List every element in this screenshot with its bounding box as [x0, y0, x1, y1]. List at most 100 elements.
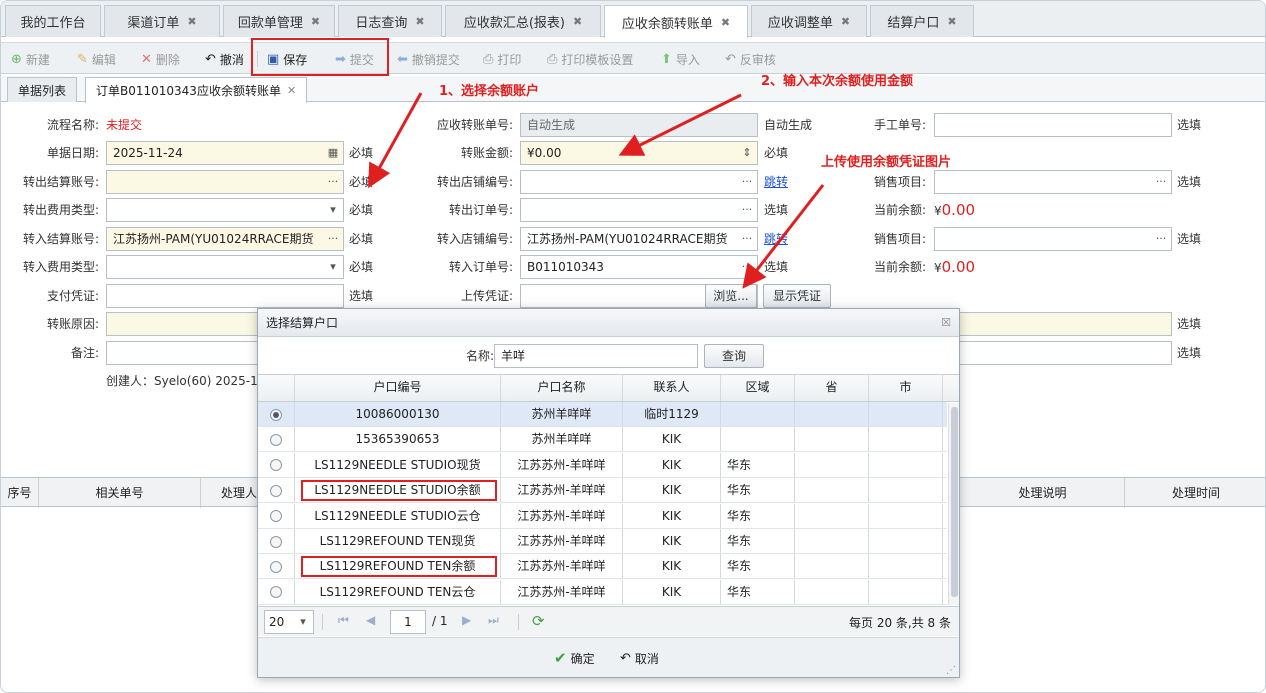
jump-link[interactable]: 跳转	[764, 170, 788, 194]
ellipsis-icon[interactable]: ···	[737, 256, 757, 278]
in-sales-item-field[interactable]: ···	[934, 227, 1172, 251]
account-row[interactable]: LS1129REFOUND TEN现货 江苏苏州-羊咩咩 KIK 华东	[258, 529, 947, 554]
cancel-button[interactable]: ↶ 取消	[620, 642, 659, 674]
account-row[interactable]: LS1129REFOUND TEN云仓 江苏苏州-羊咩咩 KIK 华东	[258, 579, 947, 605]
tab-document[interactable]: 订单B011010343应收余额转账单 ✕	[85, 77, 308, 103]
radio-icon[interactable]	[270, 535, 282, 548]
tab-payment-mgmt[interactable]: 回款单管理 ✖	[223, 5, 335, 37]
ellipsis-icon[interactable]: ···	[1151, 228, 1171, 250]
import-button[interactable]: ⬆ 导入	[661, 43, 700, 75]
account-row[interactable]: LS1129REFOUND TEN余额 江苏苏州-羊咩咩 KIK 华东	[258, 554, 947, 580]
optional-tag: 选填	[349, 289, 374, 303]
row-radio[interactable]	[258, 402, 295, 426]
account-row[interactable]: LS1129NEEDLE STUDIO云仓 江苏苏州-羊咩咩 KIK 华东	[258, 503, 947, 529]
ellipsis-icon[interactable]: ···	[737, 228, 757, 250]
name-search-input[interactable]: 羊咩	[494, 344, 698, 368]
close-icon[interactable]: ✖	[721, 16, 730, 29]
doc-date-field[interactable]: 2025-11-24 ▦	[106, 141, 344, 165]
page-size-select[interactable]: 20 ▾	[264, 610, 314, 634]
out-order-field[interactable]: ···	[520, 198, 758, 222]
ellipsis-icon[interactable]: ···	[323, 171, 343, 193]
row-radio[interactable]	[258, 529, 295, 553]
radio-icon[interactable]	[270, 484, 282, 497]
required-tag: 必填	[349, 232, 374, 246]
tab-balance-transfer[interactable]: 应收余额转账单 ✖	[604, 5, 748, 38]
account-row[interactable]: 15365390653 苏州羊咩咩 KIK	[258, 427, 947, 453]
ellipsis-icon[interactable]: ···	[737, 199, 757, 221]
close-icon[interactable]: ✕	[287, 84, 296, 97]
page-number-input[interactable]: 1	[390, 610, 426, 634]
radio-icon[interactable]	[270, 510, 282, 523]
row-radio[interactable]	[258, 427, 295, 452]
jump-link[interactable]: 跳转	[764, 227, 788, 251]
cell-name: 苏州羊咩咩	[501, 427, 623, 452]
tab-receivable-adjust[interactable]: 应收调整单 ✖	[751, 5, 867, 37]
radio-icon[interactable]	[270, 586, 282, 599]
close-icon[interactable]: ✖	[841, 15, 850, 28]
chevron-down-icon[interactable]: ▾	[323, 199, 343, 221]
ellipsis-icon[interactable]: ···	[1151, 171, 1171, 193]
radio-icon[interactable]	[270, 408, 282, 421]
scroll-thumb[interactable]	[951, 407, 958, 597]
refresh-icon[interactable]: ⟳	[532, 612, 545, 630]
tab-workbench[interactable]: 我的工作台	[5, 5, 101, 37]
new-button[interactable]: ⊕ 新建	[11, 43, 50, 75]
in-account-field[interactable]: 江苏扬州-PAM(YU01024RRACE期货 ···	[106, 227, 344, 251]
delete-button[interactable]: ✕ 删除	[141, 43, 180, 75]
account-row[interactable]: 10086000130 苏州羊咩咩 临时1129	[258, 402, 947, 427]
row-radio[interactable]	[258, 579, 295, 604]
confirm-button[interactable]: ✔ 确定	[554, 642, 595, 674]
last-page-icon[interactable]: ⏭	[488, 613, 499, 628]
close-icon[interactable]: ✖	[947, 15, 956, 28]
close-icon[interactable]: ✖	[311, 15, 320, 28]
resize-grip-icon[interactable]: ⋰	[946, 665, 956, 676]
calendar-icon[interactable]: ▦	[323, 142, 343, 164]
account-row[interactable]: LS1129NEEDLE STUDIO现货 江苏苏州-羊咩咩 KIK 华东	[258, 452, 947, 478]
ellipsis-icon[interactable]: ···	[737, 171, 757, 193]
undo-button[interactable]: ↶ 撤消	[205, 43, 244, 75]
tab-channel-orders[interactable]: 渠道订单 ✖	[104, 5, 220, 37]
out-sales-item-field[interactable]: ···	[934, 170, 1172, 194]
radio-icon[interactable]	[270, 459, 282, 472]
chevron-down-icon[interactable]: ▾	[323, 256, 343, 278]
close-icon[interactable]: ✖	[573, 15, 582, 28]
row-radio[interactable]	[258, 554, 295, 579]
pay-voucher-field[interactable]	[106, 284, 344, 308]
manual-no-field[interactable]	[934, 113, 1172, 137]
tab-receivable-summary[interactable]: 应收款汇总(报表) ✖	[445, 5, 601, 37]
close-icon[interactable]: ☒	[941, 309, 951, 337]
print-button[interactable]: ⎙ 打印	[483, 43, 521, 75]
show-voucher-button[interactable]: 显示凭证	[763, 284, 831, 308]
edit-button[interactable]: ✎ 编辑	[77, 43, 116, 75]
next-page-icon[interactable]: ▶	[462, 613, 471, 627]
browse-button[interactable]: 浏览...	[705, 284, 757, 308]
close-icon[interactable]: ✖	[415, 15, 424, 28]
print-template-button[interactable]: ⎙ 打印模板设置	[547, 43, 633, 75]
revoke-submit-button[interactable]: ⬅ 撤销提交	[397, 43, 460, 75]
account-row[interactable]: LS1129NEEDLE STUDIO余额 江苏苏州-羊咩咩 KIK 华东	[258, 478, 947, 504]
spinner-icon[interactable]: ⇕	[737, 142, 757, 164]
out-store-field[interactable]: ···	[520, 170, 758, 194]
tab-log-query[interactable]: 日志查询 ✖	[338, 5, 442, 37]
row-radio[interactable]	[258, 452, 295, 477]
radio-icon[interactable]	[270, 433, 282, 446]
row-radio[interactable]	[258, 503, 295, 528]
out-fee-type-select[interactable]: ▾	[106, 198, 344, 222]
grid-scrollbar[interactable]	[948, 403, 959, 605]
in-order-field[interactable]: B011010343 ···	[520, 255, 758, 279]
close-icon[interactable]: ✖	[187, 15, 196, 28]
row-radio[interactable]	[258, 478, 295, 503]
in-fee-type-select[interactable]: ▾	[106, 255, 344, 279]
out-account-field[interactable]: ···	[106, 170, 344, 194]
ellipsis-icon[interactable]: ···	[323, 228, 343, 250]
radio-icon[interactable]	[270, 560, 282, 573]
in-store-field[interactable]: 江苏扬州-PAM(YU01024RRACE期货 ···	[520, 227, 758, 251]
chevron-down-icon[interactable]: ▾	[293, 611, 313, 633]
cell-province	[795, 478, 869, 503]
amount-field[interactable]: ¥0.00 ⇕	[520, 141, 758, 165]
query-button[interactable]: 查询	[704, 344, 764, 368]
first-page-icon[interactable]: ⏮	[338, 613, 349, 628]
tab-document-list[interactable]: 单据列表	[7, 77, 78, 102]
tab-settlement-account[interactable]: 结算户口 ✖	[870, 5, 974, 37]
prev-page-icon[interactable]: ◀	[366, 613, 375, 627]
